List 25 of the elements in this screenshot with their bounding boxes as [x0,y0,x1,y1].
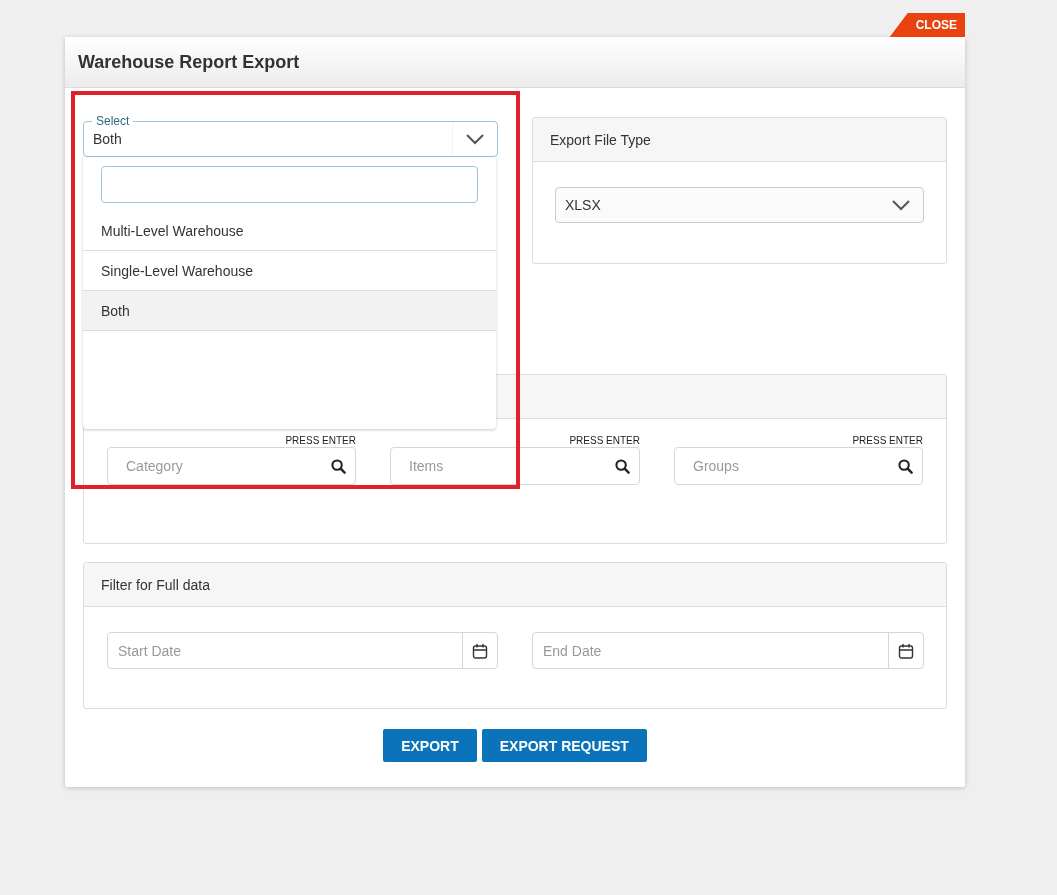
date-field[interactable]: End Date [532,632,924,669]
dropdown-option[interactable]: Both [83,291,496,331]
panel-title: Export File Type [550,131,651,148]
file-type-dropdown[interactable]: XLSX [555,187,924,223]
search-field[interactable]: Items [390,447,640,485]
close-button[interactable]: CLOSE [889,13,965,37]
search-field[interactable]: Groups [674,447,923,485]
search-icon [897,458,913,474]
dropdown-option[interactable]: Multi-Level Warehouse [83,211,496,251]
chevron-down-icon [465,133,485,145]
press-enter-hint: PRESS ENTER [568,434,640,447]
panel-title: Filter for Full data [101,576,210,593]
chevron-down-icon [891,199,911,211]
calendar-icon [472,642,488,659]
press-enter-hint: PRESS ENTER [851,434,923,447]
calendar-icon [898,642,914,659]
search-icon [614,458,630,474]
export-request-button[interactable]: EXPORT REQUEST [481,729,647,762]
press-enter-hint: PRESS ENTER [284,434,356,447]
dialog-title: Warehouse Report Export [78,51,300,73]
export-button[interactable]: EXPORT [383,729,477,762]
search-field[interactable]: Category [107,447,356,485]
search-icon [330,458,346,474]
dropdown-search-field[interactable] [101,166,478,203]
date-field[interactable]: Start Date [107,632,498,669]
